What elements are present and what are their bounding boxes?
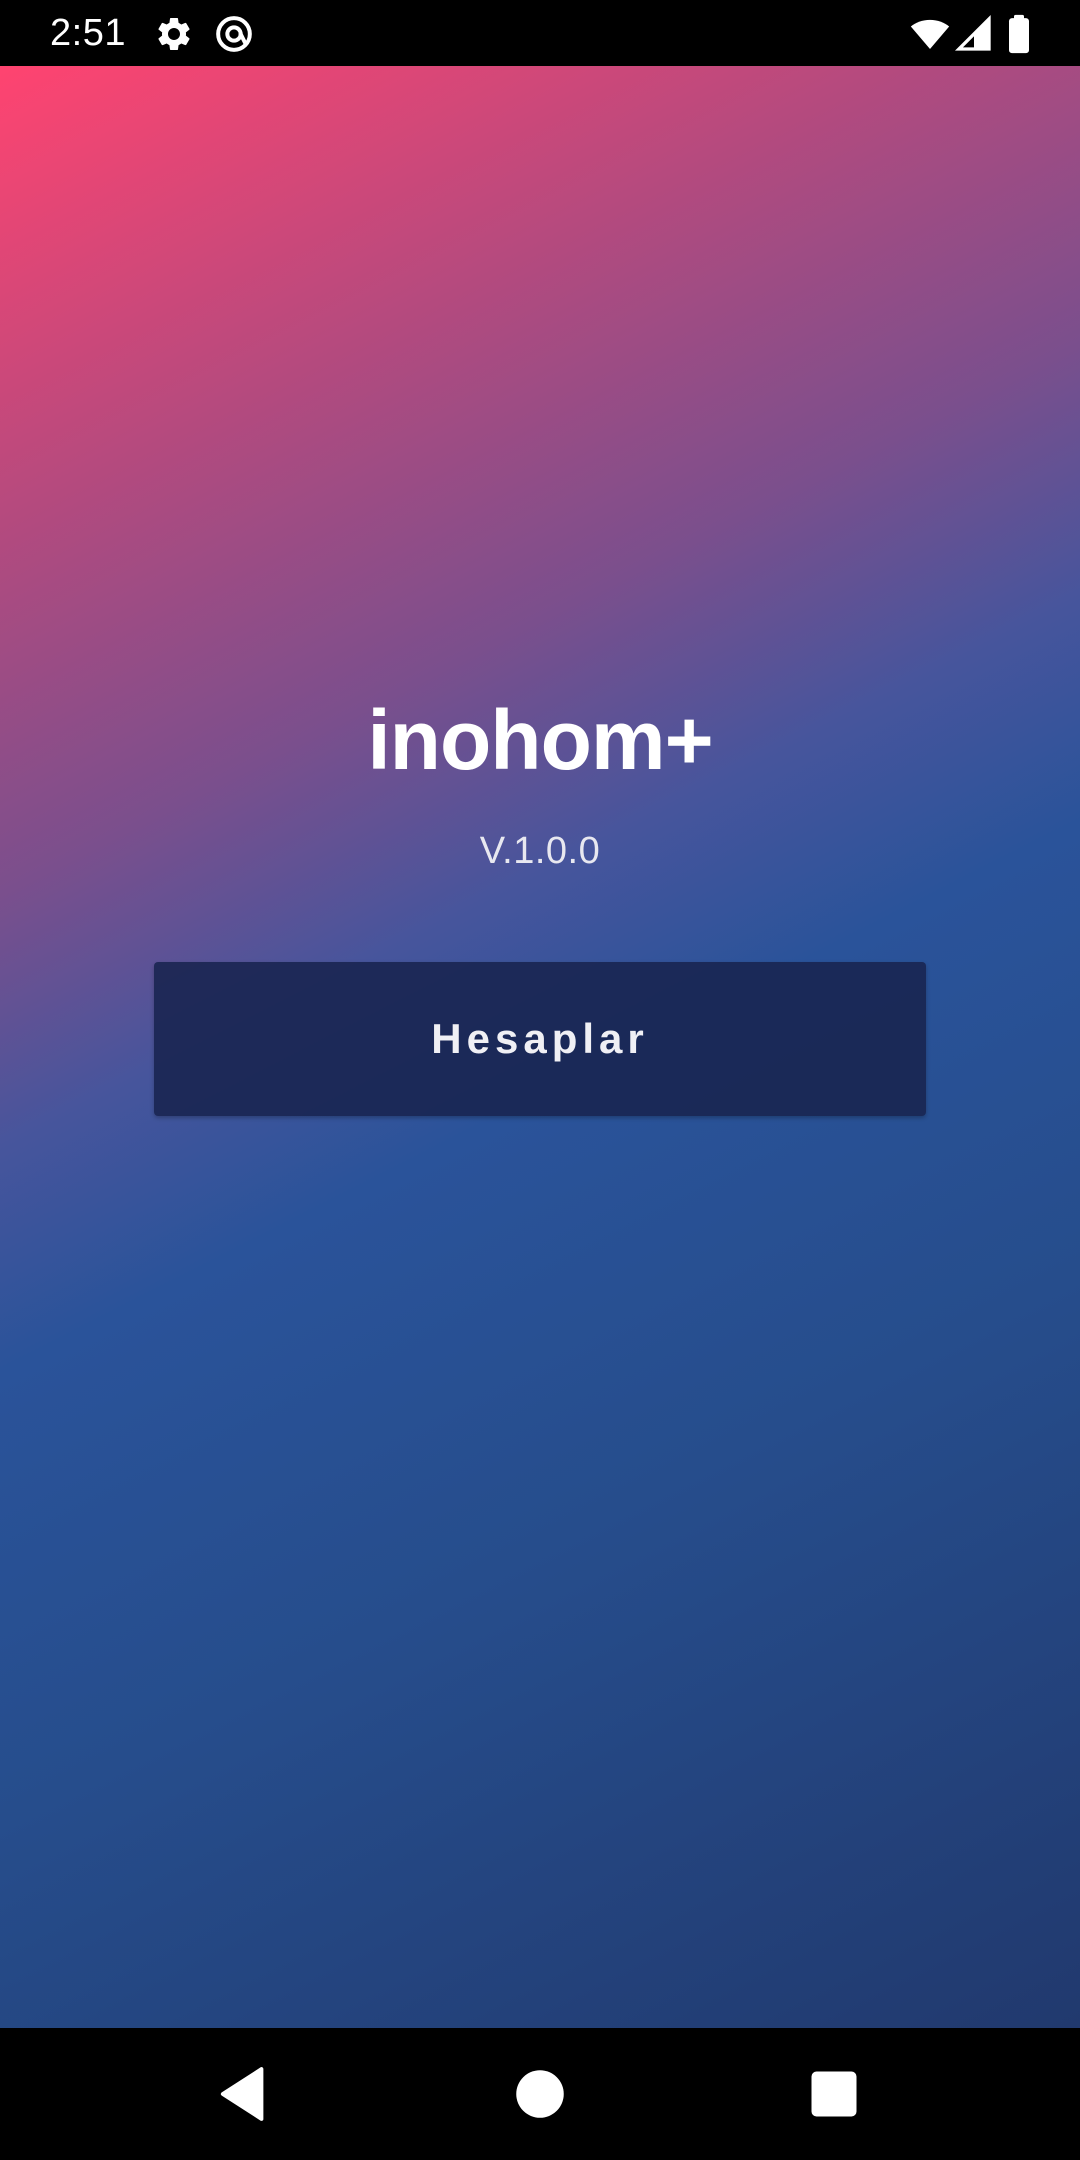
navigation-bar	[0, 2028, 1080, 2160]
home-icon[interactable]	[510, 2064, 570, 2124]
app-title: inohom+	[367, 693, 713, 787]
device-screen: 2:51 inohom+ V.1.0.0 Hesaplar	[0, 0, 1080, 2160]
recents-icon[interactable]	[804, 2064, 864, 2124]
gear-icon	[154, 14, 194, 54]
cell-signal-icon	[954, 14, 994, 54]
at-sign-icon	[214, 14, 254, 54]
app-version: V.1.0.0	[479, 830, 601, 872]
battery-icon	[1002, 14, 1036, 54]
accounts-button[interactable]: Hesaplar	[154, 962, 926, 1116]
wifi-icon	[908, 14, 952, 54]
back-icon[interactable]	[214, 2064, 274, 2124]
accounts-button-label: Hesaplar	[431, 1015, 649, 1062]
status-time: 2:51	[50, 12, 126, 54]
app-background: inohom+ V.1.0.0 Hesaplar	[0, 66, 1080, 2028]
status-bar: 2:51	[0, 0, 1080, 66]
